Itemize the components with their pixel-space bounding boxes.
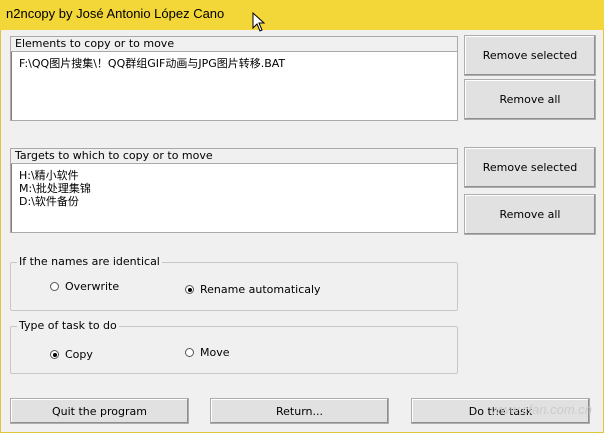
targets-list[interactable]: Targets to which to copy or to move H:\精… [10,148,458,233]
copy-radio[interactable]: Copy [50,348,93,361]
remove-all-elements-button[interactable]: Remove all [464,79,596,120]
overwrite-label: Overwrite [65,280,120,293]
quit-button[interactable]: Quit the program [10,398,189,424]
move-radio[interactable]: Move [185,346,230,359]
list-item[interactable]: H:\精小软件 [19,169,453,182]
copy-label: Copy [65,348,93,361]
return-button[interactable]: Return... [210,398,389,424]
targets-list-body: H:\精小软件 M:\批处理集锦 D:\软件备份 [19,169,453,208]
window-title: n2ncopy by José Antonio López Cano [6,6,225,21]
targets-list-header: Targets to which to copy or to move [11,149,457,164]
radio-button-checked-icon[interactable] [50,350,59,359]
elements-list[interactable]: Elements to copy or to move F:\QQ图片搜集\！Q… [10,36,458,121]
identical-names-group-label: If the names are identical [17,255,162,268]
list-item[interactable]: D:\软件备份 [19,195,453,208]
remove-selected-elements-button[interactable]: Remove selected [464,35,596,76]
radio-button-icon[interactable] [50,282,59,291]
list-item[interactable]: F:\QQ图片搜集\！QQ群组GIF动画与JPG图片转移.BAT [19,57,453,70]
rename-automatically-label: Rename automaticaly [200,283,321,296]
rename-automatically-radio[interactable]: Rename automaticaly [185,283,321,296]
list-item[interactable]: M:\批处理集锦 [19,182,453,195]
overwrite-radio[interactable]: Overwrite [50,280,119,293]
radio-button-icon[interactable] [185,348,194,357]
elements-list-body: F:\QQ图片搜集\！QQ群组GIF动画与JPG图片转移.BAT [19,57,453,70]
watermark: www.cfan.com.cn [490,402,592,417]
task-type-group-label: Type of task to do [17,319,119,332]
remove-selected-targets-button[interactable]: Remove selected [464,147,596,188]
radio-button-checked-icon[interactable] [185,285,194,294]
title-bar[interactable]: n2ncopy by José Antonio López Cano [0,0,604,32]
elements-list-header: Elements to copy or to move [11,37,457,52]
mouse-pointer-icon [252,12,266,32]
remove-all-targets-button[interactable]: Remove all [464,194,596,235]
move-label: Move [200,346,230,359]
